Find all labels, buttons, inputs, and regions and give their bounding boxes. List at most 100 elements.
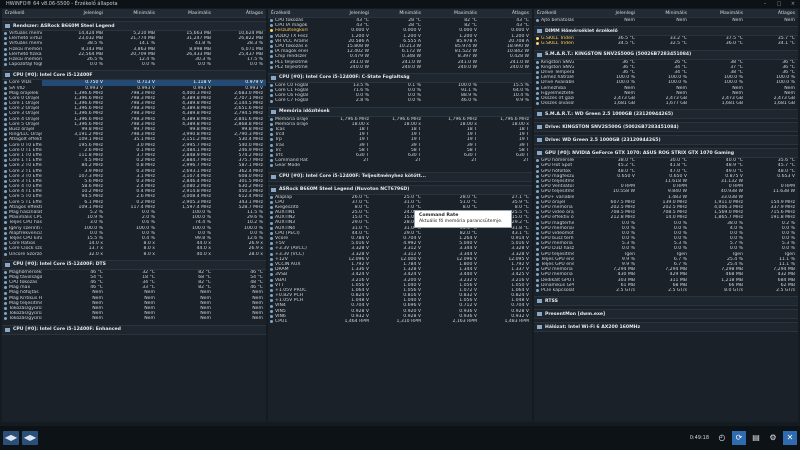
- sensor-group[interactable]: CPU [#0]: Intel Core i5-12400F: Enhanced: [2, 324, 266, 335]
- sensor-name: G.SKILL Trident Z RGB 3600 (1.00Hz) 16GB: [541, 41, 574, 47]
- sensor-row[interactable]: PL2 teljesítménykorlát (Statikus) 240.0 W…: [268, 65, 532, 70]
- sensor-icon: [270, 60, 273, 64]
- sensor-value: 0.0 %: [89, 62, 103, 68]
- column-current[interactable]: Jelenlegi: [574, 11, 638, 16]
- maximize-button[interactable]: □: [772, 0, 786, 8]
- sensor-icon: [4, 174, 7, 178]
- sensor-name-cell: Uncore Szorzó: [2, 252, 42, 257]
- column-header[interactable]: Érzékelő Jelenlegi Minimális Maximális Átlag…: [2, 9, 266, 18]
- sensor-icon: [536, 231, 539, 235]
- column-current[interactable]: Jelenlegi: [42, 11, 106, 16]
- sensor-group[interactable]: Drive: KINGSTON SNV2S500G (50026B7283451…: [534, 122, 798, 133]
- sensor-group[interactable]: ASRock B660M Steel Legend (Nuvoton NCT67…: [268, 184, 532, 195]
- sensor-icon: [4, 112, 7, 116]
- column-header[interactable]: Érzékelő Jelenlegi Minimális Maximális Átlag…: [534, 9, 798, 18]
- column-avg[interactable]: Átlagos: [746, 11, 798, 16]
- sensor-icon: [4, 138, 7, 142]
- sensor-row[interactable]: Gear Mode: [268, 163, 532, 168]
- sensor-icon: [270, 205, 273, 209]
- sensor-icon: [536, 96, 539, 100]
- sensor-icon: [4, 81, 7, 85]
- sensor-group[interactable]: CPU [#0]: Intel Core i5-12400F: DTS: [2, 259, 266, 270]
- close-button[interactable]: ×: [786, 0, 800, 8]
- sensor-value: Nem: [200, 316, 211, 322]
- sensor-value: 240.0 W: [401, 64, 421, 70]
- sensor-group[interactable]: S.M.A.R.T.: KINGSTON SNV2S500G (50026B72…: [534, 49, 798, 60]
- sensor-group[interactable]: CPU [#0]: Intel Core i5-12400F: C-State …: [268, 72, 532, 83]
- column-avg[interactable]: Átlagos: [480, 11, 532, 16]
- sensor-row[interactable]: G.SKILL Trident Z RGB 3600 (1.00Hz) 16GB…: [534, 41, 798, 46]
- sensor-row[interactable]: CPU1 1,464 RPM 1,310 RPM 2,163 RPM 1,483 RPM: [268, 319, 532, 324]
- minimize-button[interactable]: –: [758, 0, 772, 8]
- sensor-pane-3[interactable]: Érzékelő Jelenlegi Minimális Maximális Átlag…: [534, 9, 798, 422]
- chip-icon: [537, 29, 542, 34]
- column-max[interactable]: Maximális: [424, 11, 480, 16]
- gear-icon[interactable]: ⚙: [766, 431, 780, 445]
- export-icon[interactable]: ▤: [749, 431, 763, 445]
- nav-left-button[interactable]: ◀▶: [3, 431, 19, 445]
- sensor-value: 2,163 RPM: [452, 319, 477, 324]
- sensor-group[interactable]: CPU [#0]: Intel Core i5-12400F: Teljesít…: [268, 171, 532, 182]
- sensor-row[interactable]: PCIe kapcsolat sebesség 2.5 GT/s 2.5 GT/s 8…: [534, 288, 798, 293]
- sensor-value: 2T: [415, 158, 421, 164]
- sensor-name-cell: G.SKILL Trident Z RGB 3600 (1.00Hz) 16GB: [534, 41, 574, 46]
- sensor-icon: [4, 143, 7, 147]
- sensor-row[interactable]: Tokozás/gyűrű teljesítménykorlát túllépé…: [2, 316, 266, 321]
- sensor-icon: [4, 252, 7, 256]
- sensor-value: 2.5 GT/s: [776, 287, 795, 293]
- clock-icon: ◴: [718, 433, 726, 442]
- sensor-row[interactable]: Lapozófájl foglaltság 0.0 % 0.0 % 0.0 % 0.0 …: [2, 62, 266, 67]
- sensor-group[interactable]: PresentMon [dwm.exe]: [534, 309, 798, 320]
- sensor-value: 0.0 %: [141, 62, 155, 68]
- sensor-name: Uncore Szorzó: [9, 251, 42, 257]
- sensor-icon: [4, 117, 7, 121]
- sensor-icon: [536, 263, 539, 267]
- column-sensor[interactable]: Érzékelő: [268, 11, 308, 16]
- sensor-group[interactable]: CPU [#0]: Intel Core i5-12400F: [2, 70, 266, 81]
- sensor-group[interactable]: DIMM Hőmérséklet érzékelő: [534, 26, 798, 37]
- sensor-icon: [536, 102, 539, 106]
- elapsed-timer: 0:49:18: [689, 435, 709, 441]
- sensor-row[interactable]: Core C7 Foglaltság 2.8 % 0.0 % 46.0 % 9.9 %: [268, 98, 532, 103]
- sensor-group[interactable]: Memória időzítések: [268, 106, 532, 117]
- column-avg[interactable]: Átlagos: [214, 11, 266, 16]
- sensor-icon: [270, 117, 273, 121]
- close-icon[interactable]: ✕: [783, 431, 797, 445]
- sensor-group[interactable]: GPU [#0]: NVIDIA GeForce GTX 1070: ASUS …: [534, 148, 798, 159]
- sensor-icon: [536, 289, 539, 293]
- sensor-icon: [4, 231, 7, 235]
- reset-icon[interactable]: ⟳: [732, 431, 746, 445]
- nav-right-button[interactable]: ◀▶: [22, 431, 38, 445]
- sensor-group[interactable]: Drive: WD Green 2.5 1000GB (23120944265): [534, 135, 798, 146]
- column-min[interactable]: Minimális: [106, 11, 158, 16]
- sensor-value: Nem: [144, 316, 155, 322]
- sensor-group[interactable]: Rendszer: ASRock B660M Steel Legend: [2, 21, 266, 31]
- sensor-icon: [4, 179, 7, 183]
- sensor-group[interactable]: Hálózat: Intel Wi-Fi 6 AX200 160MHz: [534, 322, 798, 333]
- sensor-icon: [4, 281, 7, 285]
- column-max[interactable]: Maximális: [690, 11, 746, 16]
- sensor-icon: [536, 71, 539, 75]
- sensor-value: 28.0 x: [248, 251, 263, 257]
- column-current[interactable]: Jelenlegi: [308, 11, 372, 16]
- sensor-value: 2T: [523, 158, 529, 164]
- group-title: CPU [#0]: Intel Core i5-12400F: DTS: [13, 262, 106, 268]
- sensor-pane-1[interactable]: Érzékelő Jelenlegi Minimális Maximális Átlag…: [2, 9, 266, 422]
- sensor-row[interactable]: Uncore Szorzó 32.0 x 8.0 x 40.0 x 28.0 x: [2, 252, 266, 257]
- column-min[interactable]: Minimális: [372, 11, 424, 16]
- chip-icon: [537, 138, 542, 143]
- sensor-icon: [270, 283, 273, 287]
- sensor-value: 0.0 %: [197, 62, 211, 68]
- sensor-row[interactable]: Összes olvasott gazdagép 1,681 GB 1,677 GB…: [534, 101, 798, 106]
- sensor-group[interactable]: RTSS: [534, 296, 798, 307]
- sensor-icon: [4, 307, 7, 311]
- sensor-icon: [270, 50, 273, 54]
- sensor-group[interactable]: S.M.A.R.T.: WD Green 2.5 1000GB (2312094…: [534, 109, 798, 120]
- column-min[interactable]: Minimális: [638, 11, 690, 16]
- sensor-row[interactable]: Ajtó behatolás Nem Nem Nem Nem: [534, 18, 798, 23]
- column-sensor[interactable]: Érzékelő: [2, 11, 42, 16]
- sensor-icon: [4, 270, 7, 274]
- column-max[interactable]: Maximális: [158, 11, 214, 16]
- column-header[interactable]: Érzékelő Jelenlegi Minimális Maximális Átlag…: [268, 9, 532, 18]
- column-sensor[interactable]: Érzékelő: [534, 11, 574, 16]
